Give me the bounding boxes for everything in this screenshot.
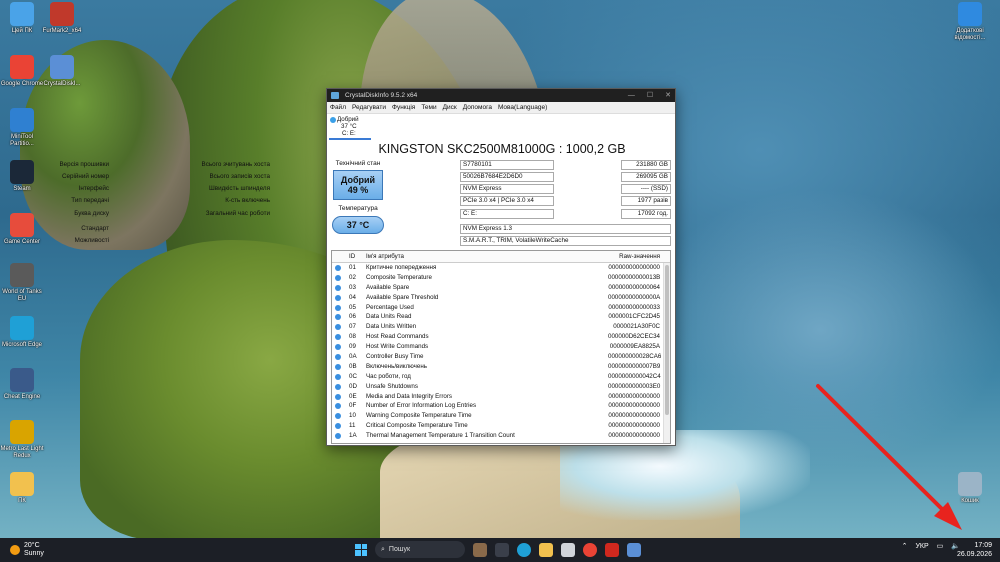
game-center-taskbar-icon[interactable] <box>605 542 619 557</box>
sun-icon <box>10 545 20 555</box>
file-explorer-icon[interactable] <box>539 542 553 557</box>
taskbar-clock[interactable]: 17:09 26.09.2026 <box>957 541 992 559</box>
clock-time: 17:09 <box>974 542 992 549</box>
weather-widget[interactable]: 20°C Sunny <box>10 542 44 558</box>
red-arrow-annotation <box>816 384 962 530</box>
search-placeholder: Пошук <box>388 546 411 553</box>
taskbar-search[interactable]: ⌕ Пошук <box>375 541 465 558</box>
language-indicator[interactable]: УКР <box>915 543 928 550</box>
network-icon[interactable]: ▭ <box>937 542 944 550</box>
start-button[interactable] <box>355 543 367 556</box>
crystaldisk-taskbar-icon[interactable] <box>627 542 641 557</box>
weather-temp: 20°C <box>24 542 40 549</box>
taskbar-apps: ⌕ Пошук <box>355 541 641 558</box>
chrome-taskbar-icon[interactable] <box>583 542 597 557</box>
edge-taskbar-icon[interactable] <box>517 542 531 557</box>
search-icon: ⌕ <box>381 545 385 553</box>
tray-chevron-icon[interactable]: ⌃ <box>902 542 908 550</box>
system-tray: ⌃ УКР ▭ 🔈 <box>902 542 960 551</box>
task-view-icon[interactable] <box>495 542 509 557</box>
weather-text: Sunny <box>24 550 44 557</box>
store-icon[interactable] <box>561 542 575 557</box>
widgets-app-icon[interactable] <box>473 542 487 557</box>
clock-date: 26.09.2026 <box>956 551 992 558</box>
taskbar: 20°C Sunny ⌕ Пошук ⌃ УКР ▭ 🔈 17:09 26.09… <box>0 538 1000 562</box>
